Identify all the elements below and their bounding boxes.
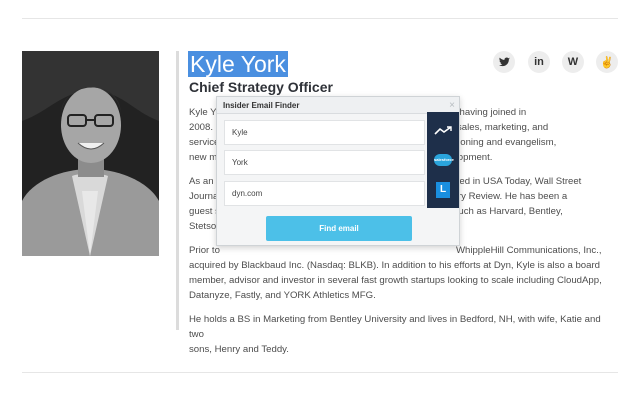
email-finder-popup: Insider Email Finder × Kyle York dyn.com… [216, 96, 460, 246]
angellist-glyph: ✌ [600, 56, 614, 69]
wordpress-glyph: W [567, 56, 579, 68]
twitter-icon[interactable] [493, 51, 515, 73]
bio-text: Stetsor [189, 221, 220, 232]
bio-text: WhippleHill Communications, Inc., [455, 245, 602, 256]
bio-text: service [189, 137, 220, 148]
bio-text: Journa [189, 191, 219, 202]
content-accent-bar [176, 51, 179, 330]
bio-text: Prior to [189, 245, 220, 256]
lever-icon[interactable]: L [432, 179, 454, 201]
bio-text: acquired by Blackbaud Inc. (Nasdaq: BLKB… [189, 260, 600, 271]
top-divider [22, 18, 618, 19]
angellist-icon[interactable]: ✌ [596, 51, 618, 73]
first-name-field[interactable]: Kyle [224, 120, 425, 145]
bio-text: new m [189, 152, 218, 163]
wordpress-icon[interactable]: W [562, 51, 584, 73]
linkedin-glyph: in [534, 56, 544, 68]
linkedin-icon[interactable]: in [528, 51, 550, 73]
salesforce-icon[interactable]: salesforce [432, 149, 454, 171]
integrations-panel: salesforce L [427, 112, 459, 208]
bio-text: sons, Henry and Teddy. [189, 344, 289, 355]
bio-text: Datanyze, Fastly, and YORK Athletics MFG… [189, 290, 376, 301]
bio-paragraph-4: He holds a BS in Marketing from Bentley … [189, 312, 609, 357]
bio-text: He holds a BS in Marketing from Bentley … [189, 314, 601, 340]
popup-title: Insider Email Finder [217, 97, 459, 114]
profile-name: Kyle York [188, 51, 288, 77]
bottom-divider [22, 372, 618, 373]
domain-field[interactable]: dyn.com [224, 181, 425, 206]
bio-text: member, advisor and investor in several … [189, 275, 602, 286]
profile-title: Chief Strategy Officer [189, 79, 333, 95]
profile-photo [22, 51, 159, 256]
find-email-button[interactable]: Find email [266, 216, 412, 241]
trend-icon[interactable] [432, 120, 454, 142]
last-name-field[interactable]: York [224, 150, 425, 175]
lever-label: L [436, 182, 450, 198]
salesforce-label: salesforce [434, 154, 454, 166]
bio-paragraph-3: Prior to WhippleHill Communications, Inc.… [189, 243, 609, 303]
